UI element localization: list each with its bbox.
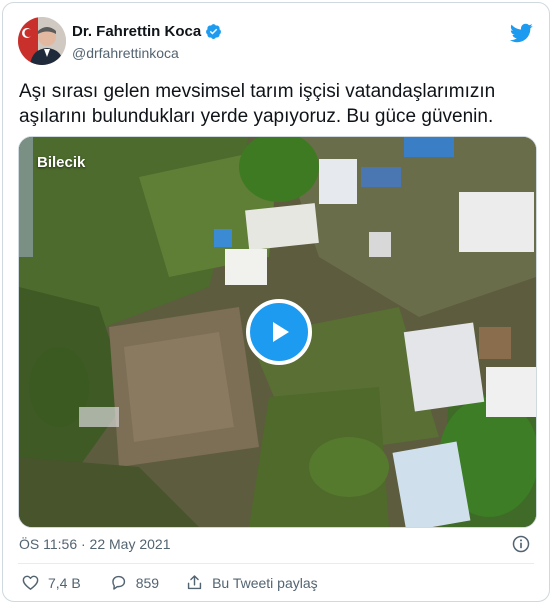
tweet-text: Aşı sırası gelen mevsimsel tarım işçisi …	[19, 81, 496, 127]
reply-bubble-icon	[111, 575, 125, 590]
verified-badge-icon	[206, 24, 222, 39]
share-label: Bu Tweeti paylaş	[212, 574, 318, 591]
tweet-actions: 7,4 B 859 Bu Tweeti paylaş	[21, 573, 318, 592]
play-button[interactable]	[246, 299, 312, 365]
author-handle[interactable]: @drfahrettinkoca	[72, 45, 179, 61]
like-count: 7,4 B	[48, 574, 81, 591]
reply-button[interactable]: 859	[109, 573, 159, 592]
tweet-timestamp[interactable]: ÖS 11:56 · 22 May 2021	[19, 536, 171, 552]
twitter-bird-icon[interactable]	[509, 21, 533, 45]
heart-icon	[22, 575, 39, 590]
author-name-row: Dr. Fahrettin Koca	[72, 23, 222, 40]
reply-count: 859	[135, 574, 160, 591]
play-icon	[273, 322, 289, 342]
share-icon	[187, 575, 202, 590]
author-name[interactable]: Dr. Fahrettin Koca	[72, 23, 201, 40]
divider	[18, 563, 534, 564]
like-button[interactable]: 7,4 B	[21, 573, 81, 592]
avatar[interactable]	[18, 17, 66, 65]
avatar-image	[18, 17, 66, 65]
share-button[interactable]: Bu Tweeti paylaş	[185, 573, 318, 592]
tweet-card: Dr. Fahrettin Koca @drfahrettinkoca Aşı …	[2, 2, 550, 602]
video-player[interactable]: Bilecik	[18, 136, 537, 528]
info-icon[interactable]	[511, 534, 531, 554]
video-location-label: Bilecik	[37, 154, 86, 171]
